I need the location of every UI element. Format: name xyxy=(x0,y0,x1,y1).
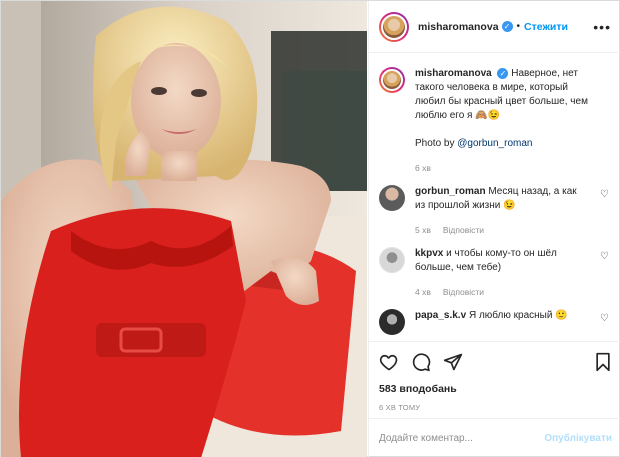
verified-badge-icon: ✓ xyxy=(501,21,513,32)
comment-body: papa_s.k.v Я люблю красный 🙂 xyxy=(415,309,590,335)
author-username[interactable]: misharomanova xyxy=(418,21,499,33)
comment-bubble-icon[interactable] xyxy=(411,352,431,372)
comment-avatar[interactable] xyxy=(379,185,405,211)
comment-like-heart-icon[interactable]: ♡ xyxy=(600,313,609,324)
comment-text: Я люблю красный 🙂 xyxy=(468,310,568,321)
share-send-icon[interactable] xyxy=(443,352,463,372)
photo-credit-prefix: Photo by xyxy=(415,138,458,149)
comment-body: gorbun_roman Месяц назад, а как из прошл… xyxy=(415,185,611,237)
comment-like-heart-icon[interactable]: ♡ xyxy=(600,189,609,200)
comment-avatar[interactable] xyxy=(379,309,405,335)
header-separator: • xyxy=(516,21,521,32)
caption-avatar-image xyxy=(381,69,403,91)
comment-time[interactable]: 5 хв xyxy=(415,225,431,235)
more-options-icon[interactable]: ••• xyxy=(593,19,611,35)
action-icons xyxy=(379,350,612,374)
save-bookmark-icon[interactable] xyxy=(594,352,612,372)
comment-meta: 4 хв Відповісти xyxy=(415,285,589,299)
likes-count[interactable]: 583 вподобань xyxy=(379,383,612,395)
post-timestamp[interactable]: 6 хв тому xyxy=(379,403,612,412)
comment-username[interactable]: gorbun_roman xyxy=(415,186,486,197)
comment-username[interactable]: papa_s.k.v xyxy=(415,310,466,321)
comment-item: kkpvx и чтобы кому-то он шёл больше, чем… xyxy=(379,247,611,299)
post-photo[interactable] xyxy=(1,1,367,457)
verified-badge-icon: ✓ xyxy=(497,67,509,79)
reply-button[interactable]: Відповісти xyxy=(443,225,484,235)
photo-credit-link[interactable]: @gorbun_roman xyxy=(457,138,532,149)
post-header: misharomanova ✓ • Стежити ••• xyxy=(369,1,620,53)
add-comment-bar: Опублікувати xyxy=(369,418,620,457)
comments-list[interactable]: misharomanova ✓ Наверное, нет такого чел… xyxy=(369,53,620,337)
publish-button[interactable]: Опублікувати xyxy=(544,433,612,444)
caption-meta: 6 хв xyxy=(415,161,589,175)
author-avatar-image xyxy=(381,13,407,40)
caption-username[interactable]: misharomanova xyxy=(415,68,492,79)
caption-avatar[interactable] xyxy=(379,67,405,93)
comment-username[interactable]: kkpvx xyxy=(415,248,443,259)
comment-item: gorbun_roman Месяц назад, а как из прошл… xyxy=(379,185,611,237)
post-side-panel: misharomanova ✓ • Стежити ••• misharoman… xyxy=(368,1,620,457)
comment-avatar[interactable] xyxy=(379,247,405,273)
post-actions: 583 вподобань 6 хв тому xyxy=(369,341,620,412)
caption: misharomanova ✓ Наверное, нет такого чел… xyxy=(379,67,611,175)
comment-meta: 5 хв Відповісти xyxy=(415,223,589,237)
comment-time[interactable]: 4 хв xyxy=(415,287,431,297)
instagram-post: misharomanova ✓ • Стежити ••• misharoman… xyxy=(0,0,620,457)
follow-button[interactable]: Стежити xyxy=(524,21,568,33)
add-comment-input[interactable] xyxy=(379,433,545,444)
reply-button[interactable]: Відповісти xyxy=(443,287,484,297)
like-heart-icon[interactable] xyxy=(379,352,399,372)
comment-like-heart-icon[interactable]: ♡ xyxy=(600,251,609,262)
caption-body: misharomanova ✓ Наверное, нет такого чел… xyxy=(415,67,611,175)
caption-time[interactable]: 6 хв xyxy=(415,163,431,173)
photo-illustration xyxy=(1,1,367,457)
photo-credit: Photo by @gorbun_roman xyxy=(415,137,589,151)
author-avatar[interactable] xyxy=(379,11,409,42)
comment-body: kkpvx и чтобы кому-то он шёл больше, чем… xyxy=(415,247,611,299)
comment-item: papa_s.k.v Я люблю красный 🙂 ♡ xyxy=(379,309,611,335)
